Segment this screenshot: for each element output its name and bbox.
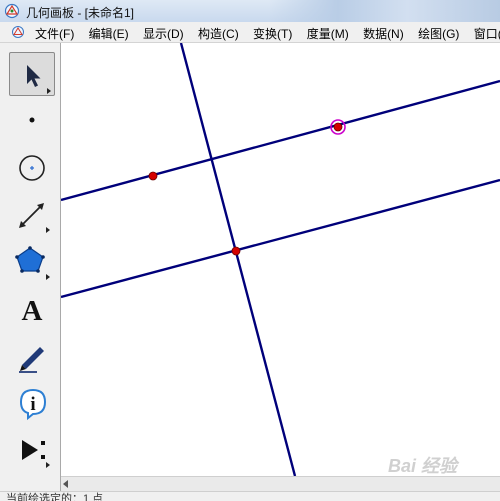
menu-graph[interactable]: 绘图(G) [418, 25, 459, 42]
custom-play-icon [22, 440, 50, 468]
scroll-left-arrow-icon[interactable] [63, 480, 68, 488]
point-on-upper-line[interactable] [148, 171, 158, 181]
svg-text:i: i [30, 394, 35, 415]
arrow-icon [27, 65, 51, 94]
window-title: 几何画板 - [未命名1] [26, 6, 135, 20]
menu-construct[interactable]: 构造(C) [198, 25, 239, 42]
menu-bar: 文件(F) 编辑(E) 显示(D) 构造(C) 变换(T) 度量(M) 数据(N… [0, 22, 500, 43]
svg-text:A: A [22, 295, 43, 327]
app-icon [4, 3, 20, 19]
menu-data[interactable]: 数据(N) [363, 25, 404, 42]
menu-display[interactable]: 显示(D) [143, 25, 184, 42]
marker-tool[interactable] [9, 334, 55, 378]
selected-point[interactable] [333, 122, 343, 132]
custom-tool[interactable] [9, 427, 55, 471]
text-a-icon: A [22, 295, 43, 327]
menu-measure[interactable]: 度量(M) [307, 25, 349, 42]
point-icon [29, 117, 35, 123]
document-icon[interactable] [11, 25, 25, 39]
point-tool[interactable] [9, 98, 55, 142]
segment-icon [19, 203, 50, 233]
info-icon: i [19, 388, 47, 421]
compass-circle-icon [19, 155, 45, 181]
menu-window[interactable]: 窗口( [474, 25, 500, 42]
compass-tool[interactable] [9, 145, 55, 189]
selection-arrow-tool[interactable] [9, 52, 55, 96]
polygon-tool[interactable] [9, 239, 55, 283]
horizontal-scrollbar[interactable] [61, 476, 500, 492]
line-lower-parallel[interactable] [61, 178, 500, 299]
title-bar-decoration [268, 0, 500, 22]
intersection-point[interactable] [231, 246, 241, 256]
menu-file[interactable]: 文件(F) [35, 25, 74, 42]
sketch-canvas[interactable] [61, 43, 500, 476]
straightedge-tool[interactable] [9, 192, 55, 236]
text-tool[interactable]: A [9, 287, 55, 331]
menu-edit[interactable]: 编辑(E) [89, 25, 129, 42]
toolbox: A i [0, 43, 61, 491]
geometry-drawing[interactable] [61, 43, 500, 476]
line-upper[interactable] [61, 79, 500, 202]
information-tool[interactable]: i [9, 381, 55, 425]
pen-icon [19, 347, 44, 373]
title-bar: 几何画板 - [未命名1] [0, 0, 500, 23]
menu-transform[interactable]: 变换(T) [253, 25, 292, 42]
pentagon-icon [15, 246, 50, 280]
